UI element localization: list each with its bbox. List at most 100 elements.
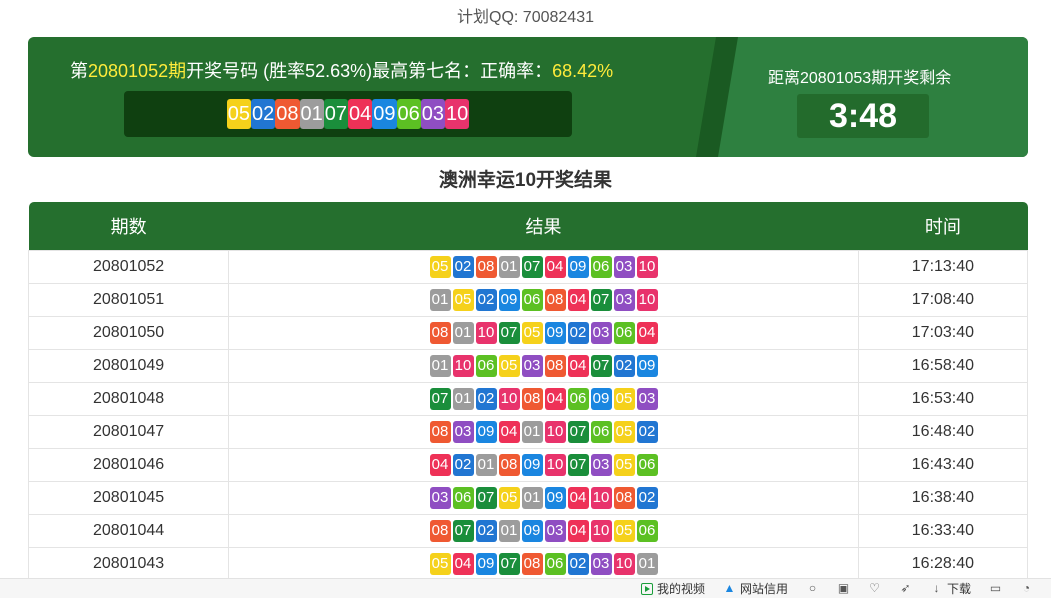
image-icon: ▣ [837, 581, 850, 595]
number-ball: 04 [429, 454, 451, 476]
number-ball: 02 [452, 256, 474, 278]
row-result: 07 01 02 10 08 04 06 09 05 03 [228, 382, 859, 416]
result-balls: 08 03 09 04 01 10 07 06 05 02 [229, 421, 858, 443]
number-ball: 08 [429, 421, 451, 443]
number-ball: 10 [544, 454, 566, 476]
number-ball: 02 [475, 520, 497, 542]
number-ball: 10 [636, 289, 658, 311]
number-ball: 08 [613, 487, 635, 509]
number-ball: 07 [429, 388, 451, 410]
number-ball: 09 [521, 520, 543, 542]
statusbar-item-car[interactable]: ▭ [989, 582, 1002, 595]
latest-ball: 06 [396, 99, 421, 129]
row-issue: 20801049 [27, 349, 230, 383]
number-ball: 09 [498, 289, 520, 311]
number-ball: 06 [475, 355, 497, 377]
row-time: 16:33:40 [857, 514, 1029, 548]
statusbar-item-video[interactable]: 我的视频 [640, 580, 705, 597]
table-row: 20801046 04 02 01 08 09 10 07 03 05 06 16:43:40 [27, 448, 1029, 482]
latest-ball: 08 [275, 99, 300, 129]
number-ball: 06 [636, 454, 658, 476]
number-ball: 07 [475, 487, 497, 509]
number-ball: 04 [544, 388, 566, 410]
latest-ball: 03 [420, 99, 445, 129]
number-ball: 03 [613, 289, 635, 311]
table-row: 20801049 01 10 06 05 03 08 04 07 02 09 16:58:40 [27, 349, 1029, 383]
number-ball: 01 [429, 355, 451, 377]
number-ball: 07 [567, 421, 589, 443]
number-ball: 07 [567, 454, 589, 476]
video-icon [640, 582, 653, 595]
number-ball: 07 [498, 553, 520, 575]
table-row: 20801045 03 06 07 05 01 09 04 10 08 02 16:38:40 [27, 481, 1029, 515]
qq-line: 计划QQ: 70082431 [0, 0, 1051, 36]
table-header-row: 期数 结果 时间 [28, 202, 1028, 251]
number-ball: 05 [613, 388, 635, 410]
prediction-banner: 第20801052期开奖号码 (胜率52.63%)最高第七名：正确率：68.42… [28, 37, 1028, 157]
number-ball: 10 [590, 520, 612, 542]
results-table: 期数 结果 时间 20801052 05 02 08 01 07 04 09 06 03 10 17:… [27, 202, 1029, 581]
statusbar-item-drop[interactable]: ▲ 网站信用 [723, 580, 788, 597]
number-ball: 04 [636, 322, 658, 344]
number-ball: 03 [636, 388, 658, 410]
number-ball: 02 [636, 421, 658, 443]
number-ball: 05 [429, 553, 451, 575]
statusbar-label: 网站信用 [739, 582, 788, 596]
number-ball: 02 [475, 289, 497, 311]
statusbar-item-shield[interactable]: ○ [806, 582, 819, 595]
qq-label: 计划QQ: [457, 9, 519, 26]
number-ball: 04 [567, 520, 589, 542]
number-ball: 08 [498, 454, 520, 476]
number-ball: 01 [498, 520, 520, 542]
number-ball: 06 [613, 322, 635, 344]
table-body: 20801052 05 02 08 01 07 04 09 06 03 10 17:13:40 2080… [27, 250, 1029, 581]
result-balls: 01 10 06 05 03 08 04 07 02 09 [229, 355, 858, 377]
car-icon: ▭ [989, 581, 1002, 595]
number-ball: 07 [498, 322, 520, 344]
number-ball: 03 [544, 520, 566, 542]
row-issue: 20801048 [27, 382, 230, 416]
results-table-wrap: 期数 结果 时间 20801052 05 02 08 01 07 04 09 06 03 10 17:… [27, 202, 1029, 581]
statusbar-item-rocket[interactable]: ➶ [899, 582, 912, 595]
number-ball: 07 [590, 355, 612, 377]
latest-ball: 09 [372, 99, 397, 129]
result-balls: 01 05 02 09 06 08 04 07 03 10 [229, 289, 858, 311]
latest-ball: 07 [323, 99, 348, 129]
number-ball: 07 [452, 520, 474, 542]
number-ball: 05 [429, 256, 451, 278]
number-ball: 06 [590, 256, 612, 278]
number-ball: 10 [613, 553, 635, 575]
number-ball: 01 [429, 289, 451, 311]
number-ball: 03 [521, 355, 543, 377]
latest-ball: 10 [445, 99, 470, 129]
row-result: 08 03 09 04 01 10 07 06 05 02 [228, 415, 859, 449]
header-result: 结果 [228, 202, 859, 251]
number-ball: 10 [544, 421, 566, 443]
row-result: 04 02 01 08 09 10 07 03 05 06 [228, 448, 859, 482]
number-ball: 04 [567, 487, 589, 509]
title-prefix: 第 [70, 61, 88, 81]
number-ball: 05 [613, 421, 635, 443]
table-row: 20801052 05 02 08 01 07 04 09 06 03 10 17:13:40 [27, 250, 1029, 284]
statusbar-item-heartbeat[interactable]: ♡ [868, 582, 881, 595]
section-title: 澳洲幸运10开奖结果 [438, 170, 613, 191]
title-accuracy: 68.42% [552, 61, 614, 81]
number-ball: 02 [452, 454, 474, 476]
statusbar-item-image[interactable]: ▣ [837, 582, 850, 595]
row-result: 03 06 07 05 01 09 04 10 08 02 [228, 481, 859, 515]
number-ball: 01 [521, 421, 543, 443]
latest-numbers: 05 02 08 01 07 04 09 06 03 10 [124, 91, 572, 137]
result-balls: 08 01 10 07 05 09 02 03 06 04 [229, 322, 858, 344]
number-ball: 06 [590, 421, 612, 443]
row-time: 16:48:40 [857, 415, 1029, 449]
banner-title: 第20801052期开奖号码 (胜率52.63%)最高第七名：正确率：68.42… [70, 57, 613, 83]
table-row: 20801048 07 01 02 10 08 04 06 09 05 03 16:53:40 [27, 382, 1029, 416]
statusbar-item-download[interactable]: ↓ 下载 [930, 580, 971, 597]
heartbeat-icon: ♡ [869, 581, 880, 595]
number-ball: 02 [567, 553, 589, 575]
number-ball: 10 [590, 487, 612, 509]
number-ball: 06 [636, 520, 658, 542]
statusbar-item-speed[interactable]: ◔ [1020, 582, 1033, 595]
countdown-timer: 3:48 [797, 94, 929, 138]
number-ball: 10 [498, 388, 520, 410]
